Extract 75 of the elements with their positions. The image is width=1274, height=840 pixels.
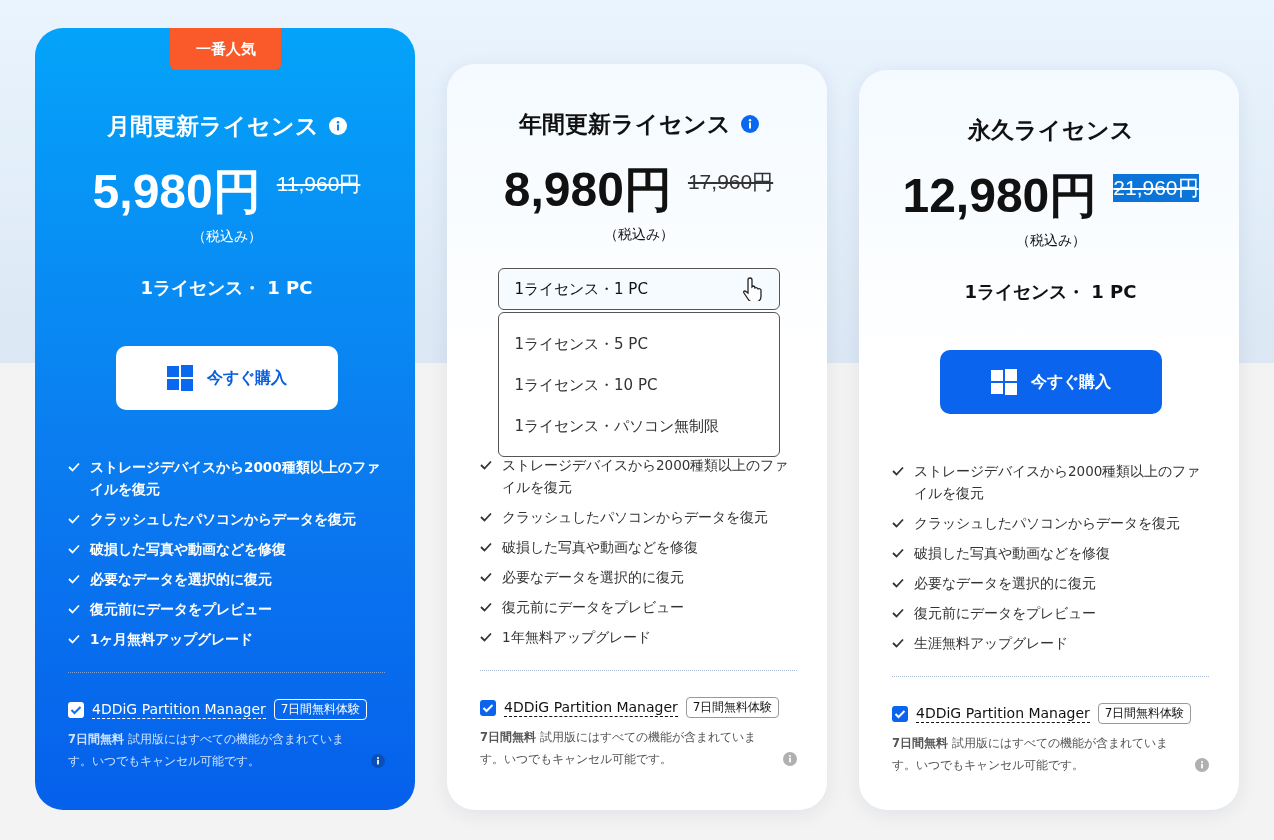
original-price: 21,960円: [1113, 174, 1199, 202]
check-icon: [68, 544, 80, 554]
feature-text: 破損した写真や動画などを修復: [914, 544, 1110, 563]
check-icon: [480, 460, 492, 470]
trial-note: 7日間無料 試用版にはすべての機能が含まれています。いつでもキャンセル可能です。: [480, 729, 757, 768]
info-icon[interactable]: [371, 754, 385, 768]
trial-note: 7日間無料 試用版にはすべての機能が含まれています。いつでもキャンセル可能です。: [68, 731, 345, 770]
hand-cursor-icon: [740, 277, 763, 301]
plan-title: 永久ライセンス: [967, 115, 1134, 145]
trial-tag: 7日間無料体験: [273, 699, 368, 720]
tax-note: （税込み）: [1014, 232, 1087, 250]
feature-text: ストレージデバイスから2000種類以上のファイルを復元: [914, 462, 1202, 503]
check-icon: [480, 602, 492, 612]
feature-text: クラッシュしたパソコンからデータを復元: [90, 510, 356, 529]
trial-note: 7日間無料 試用版にはすべての機能が含まれています。いつでもキャンセル可能です。: [892, 735, 1169, 774]
addon-name[interactable]: 4DDiG Partition Manager: [916, 704, 1090, 723]
feature-text: 1年無料アップグレード: [502, 628, 651, 647]
price: 8,980円: [503, 162, 672, 218]
feature-text: ストレージデバイスから2000種類以上のファイルを復元: [502, 456, 790, 497]
feature-text: ストレージデバイスから2000種類以上のファイルを復元: [90, 458, 381, 499]
feature-text: 必要なデータを選択的に復元: [502, 568, 684, 587]
addon-name[interactable]: 4DDiG Partition Manager: [92, 700, 266, 719]
trial-tag: 7日間無料体験: [1097, 703, 1192, 724]
original-price: 17,960円: [687, 169, 774, 195]
windows-icon: [990, 369, 1017, 395]
check-icon: [892, 518, 904, 528]
check-icon: [892, 548, 904, 558]
popular-badge: 一番人気: [170, 28, 281, 70]
check-icon: [68, 574, 80, 584]
trial-tag: 7日間無料体験: [685, 697, 780, 718]
feature-text: 生涯無料アップグレード: [914, 634, 1068, 653]
check-icon: [68, 604, 80, 614]
feature-text: 復元前にデータをプレビュー: [914, 604, 1096, 623]
plan-title: 月間更新ライセンス: [106, 111, 319, 141]
original-price: 11,960円: [276, 171, 361, 197]
check-icon: [68, 462, 80, 472]
check-icon: [68, 634, 80, 644]
check-icon: [480, 572, 492, 582]
addon-name[interactable]: 4DDiG Partition Manager: [504, 698, 678, 717]
license-label: 1ライセンス・ 1 PC: [140, 276, 313, 300]
info-icon[interactable]: [740, 115, 759, 133]
check-icon: [892, 608, 904, 618]
buy-button[interactable]: 今すぐ購入: [115, 346, 338, 410]
price: 12,980円: [902, 168, 1098, 224]
dropdown-option[interactable]: 1ライセンス・パソコン無制限: [498, 409, 779, 450]
license-label: 1ライセンス・ 1 PC: [964, 280, 1137, 304]
check-icon: [892, 578, 904, 588]
check-icon: [892, 466, 904, 476]
check-icon: [480, 632, 492, 642]
check-icon: [68, 514, 80, 524]
feature-text: 復元前にデータをプレビュー: [502, 598, 684, 617]
tax-note: （税込み）: [602, 226, 675, 244]
info-icon[interactable]: [328, 117, 347, 135]
tax-note: （税込み）: [190, 228, 263, 246]
feature-text: クラッシュしたパソコンからデータを復元: [914, 514, 1180, 533]
feature-text: クラッシュしたパソコンからデータを復元: [502, 508, 768, 527]
price: 5,980円: [92, 164, 261, 220]
check-icon: [480, 542, 492, 552]
dropdown-option[interactable]: 1ライセンス・5 PC: [498, 327, 779, 368]
feature-text: 1ヶ月無料アップグレード: [90, 630, 254, 649]
check-icon: [480, 512, 492, 522]
check-icon: [892, 638, 904, 648]
addon-checkbox[interactable]: [480, 699, 496, 716]
feature-text: 破損した写真や動画などを修復: [502, 538, 698, 557]
feature-text: 破損した写真や動画などを修復: [90, 540, 286, 559]
addon-checkbox[interactable]: [68, 701, 84, 718]
windows-icon: [166, 365, 193, 391]
feature-text: 復元前にデータをプレビュー: [90, 600, 272, 619]
dropdown-option[interactable]: 1ライセンス・10 PC: [498, 368, 779, 409]
license-select[interactable]: 1ライセンス・1 PC: [497, 268, 780, 310]
buy-button[interactable]: 今すぐ購入: [939, 350, 1162, 414]
feature-text: 必要なデータを選択的に復元: [914, 574, 1096, 593]
addon-checkbox[interactable]: [892, 705, 908, 722]
feature-text: 必要なデータを選択的に復元: [90, 570, 272, 589]
plan-title: 年間更新ライセンス: [518, 109, 731, 139]
